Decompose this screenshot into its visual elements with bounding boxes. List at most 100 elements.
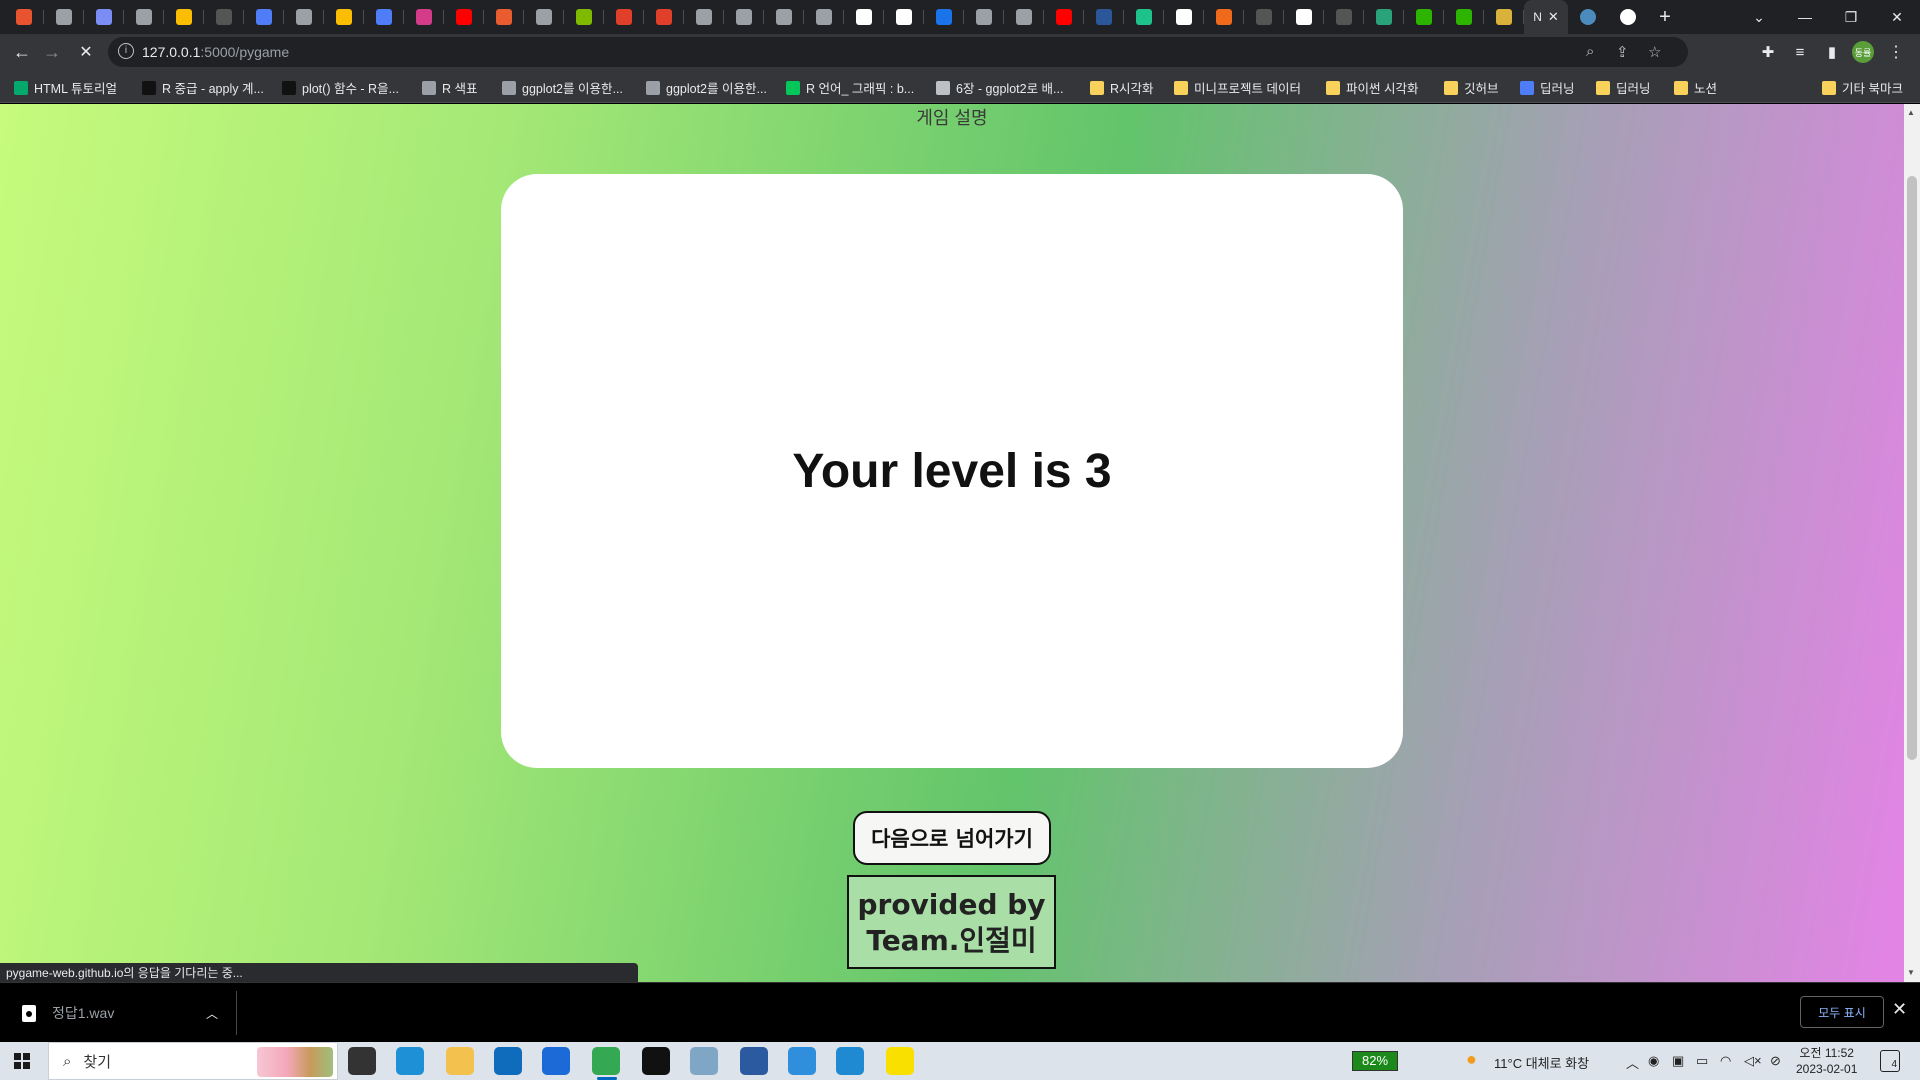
powershell-icon[interactable]	[740, 1047, 768, 1075]
back-button[interactable]: ←	[10, 40, 34, 64]
browser-tab[interactable]	[564, 0, 604, 34]
kakaotalk-icon[interactable]	[886, 1047, 914, 1075]
zoom-icon[interactable]: ⌕	[1586, 43, 1594, 60]
page-scrollbar[interactable]: ▲ ▼	[1904, 104, 1920, 982]
restore-button[interactable]: ❐	[1828, 0, 1874, 34]
bookmark-item[interactable]: ggplot2를 이용한...	[646, 78, 767, 97]
media-control-icon[interactable]: ≡	[1788, 40, 1812, 64]
browser-tab[interactable]	[1084, 0, 1124, 34]
browser-tab[interactable]	[1484, 0, 1524, 34]
browser-tab[interactable]	[1004, 0, 1044, 34]
volume-muted-icon[interactable]: ◁×	[1744, 1053, 1762, 1069]
browser-tab[interactable]	[844, 0, 884, 34]
scroll-up-icon[interactable]: ▲	[1907, 108, 1915, 117]
browser-tab[interactable]	[1204, 0, 1244, 34]
minimize-button[interactable]: —	[1782, 0, 1828, 34]
wifi-icon[interactable]: ◠	[1720, 1053, 1731, 1069]
scroll-down-icon[interactable]: ▼	[1907, 968, 1915, 977]
notification-center-icon[interactable]: 4	[1880, 1050, 1900, 1072]
active-browser-tab[interactable]: N ✕	[1524, 0, 1568, 34]
browser-tab[interactable]	[404, 0, 444, 34]
bookmark-item[interactable]: 딥러닝	[1596, 78, 1651, 97]
vscode-icon[interactable]	[836, 1047, 864, 1075]
chevron-up-icon[interactable]: ︿	[206, 1005, 218, 1022]
browser-tab[interactable]	[524, 0, 564, 34]
browser-tab[interactable]	[1404, 0, 1444, 34]
browser-tab[interactable]	[1124, 0, 1164, 34]
close-tab-icon[interactable]: ✕	[1548, 9, 1559, 25]
bookmark-item[interactable]: 깃허브	[1444, 78, 1499, 97]
system-clock[interactable]: 오전 11:52 2023-02-01	[1796, 1045, 1857, 1077]
address-bar[interactable]: i 127.0.0.1:5000/pygame ⌕ ⇪ ☆	[108, 37, 1688, 67]
browser-menu-icon[interactable]: ⋮	[1884, 40, 1908, 64]
browser-tab[interactable]	[1044, 0, 1084, 34]
share-icon[interactable]: ⇪	[1616, 43, 1629, 61]
browser-tab[interactable]	[964, 0, 1004, 34]
next-button[interactable]: 다음으로 넘어가기	[853, 811, 1051, 865]
profile-avatar[interactable]: 동률	[1852, 41, 1874, 63]
browser-tab[interactable]	[604, 0, 644, 34]
browser-tab[interactable]	[804, 0, 844, 34]
forward-button[interactable]: →	[40, 40, 64, 64]
show-all-downloads-button[interactable]: 모두 표시	[1800, 996, 1884, 1028]
browser-tab[interactable]	[284, 0, 324, 34]
battery-icon[interactable]: ▭	[1696, 1053, 1708, 1069]
extensions-icon[interactable]: ✚	[1756, 40, 1780, 64]
bookmark-item[interactable]: 파이썬 시각화	[1326, 78, 1418, 97]
record-icon[interactable]: ◉	[1648, 1053, 1659, 1069]
browser-tab[interactable]	[244, 0, 284, 34]
new-tab-button[interactable]: +	[1648, 6, 1682, 29]
bookmark-item[interactable]: R 색표	[422, 78, 478, 97]
scrollbar-thumb[interactable]	[1907, 176, 1917, 760]
side-panel-icon[interactable]: ▮	[1820, 40, 1844, 64]
task-view-icon[interactable]	[348, 1047, 376, 1075]
browser-tab[interactable]	[4, 0, 44, 34]
browser-tab[interactable]	[644, 0, 684, 34]
browser-tab[interactable]	[84, 0, 124, 34]
browser-tab[interactable]	[684, 0, 724, 34]
device-icon[interactable]: ▣	[1672, 1053, 1684, 1069]
browser-tab[interactable]	[1364, 0, 1404, 34]
browser-tab[interactable]	[364, 0, 404, 34]
edge-icon[interactable]	[396, 1047, 424, 1075]
browser-tab[interactable]	[1284, 0, 1324, 34]
bookmark-item[interactable]: R 언어_ 그래픽 : b...	[786, 78, 914, 97]
browser-tab[interactable]	[1164, 0, 1204, 34]
chevron-up-icon[interactable]: ︿	[1626, 1053, 1639, 1072]
bird-icon[interactable]	[788, 1047, 816, 1075]
bookmark-item[interactable]: 노션	[1674, 78, 1717, 97]
weather-text[interactable]: 11°C 대체로 화창	[1494, 1053, 1589, 1072]
battery-indicator[interactable]: 82%	[1352, 1051, 1398, 1071]
browser-tab[interactable]	[484, 0, 524, 34]
browser-tab[interactable]	[1324, 0, 1364, 34]
browser-tab[interactable]	[204, 0, 244, 34]
browser-tab[interactable]	[44, 0, 84, 34]
chrome-icon[interactable]	[592, 1047, 620, 1075]
close-window-button[interactable]: ✕	[1874, 0, 1920, 34]
browser-tab[interactable]	[1568, 0, 1608, 34]
bookmark-item[interactable]: HTML 튜토리얼	[14, 78, 117, 97]
browser-tab[interactable]	[164, 0, 204, 34]
browser-tab[interactable]	[724, 0, 764, 34]
bookmark-item[interactable]: 6장 - ggplot2로 배...	[936, 78, 1063, 97]
dev-app-icon[interactable]	[542, 1047, 570, 1075]
browser-tab[interactable]	[924, 0, 964, 34]
browser-tab[interactable]	[1244, 0, 1284, 34]
download-item[interactable]: 정답1.wav ︿	[16, 993, 236, 1033]
bookmark-item[interactable]: R시각화	[1090, 78, 1154, 97]
notepad-icon[interactable]	[690, 1047, 718, 1075]
game-description-link[interactable]: 게임 설명	[0, 104, 1904, 130]
file-explorer-icon[interactable]	[446, 1047, 474, 1075]
stop-loading-button[interactable]: ✕	[74, 40, 98, 64]
taskbar-search[interactable]: ⌕ 찾기	[48, 1042, 338, 1080]
bookmark-item[interactable]: R 중급 - apply 계...	[142, 78, 264, 97]
bookmark-star-icon[interactable]: ☆	[1648, 43, 1661, 61]
browser-tab[interactable]	[1444, 0, 1484, 34]
browser-tab[interactable]	[1608, 0, 1648, 34]
browser-tab[interactable]	[124, 0, 164, 34]
bookmark-item[interactable]: 딥러닝	[1520, 78, 1575, 97]
windows-start-icon[interactable]	[14, 1053, 30, 1069]
other-bookmarks[interactable]: 기타 북마크	[1822, 78, 1903, 97]
tab-search-dropdown-icon[interactable]: ⌄	[1736, 0, 1782, 34]
bookmark-item[interactable]: plot() 함수 - R을...	[282, 78, 399, 97]
